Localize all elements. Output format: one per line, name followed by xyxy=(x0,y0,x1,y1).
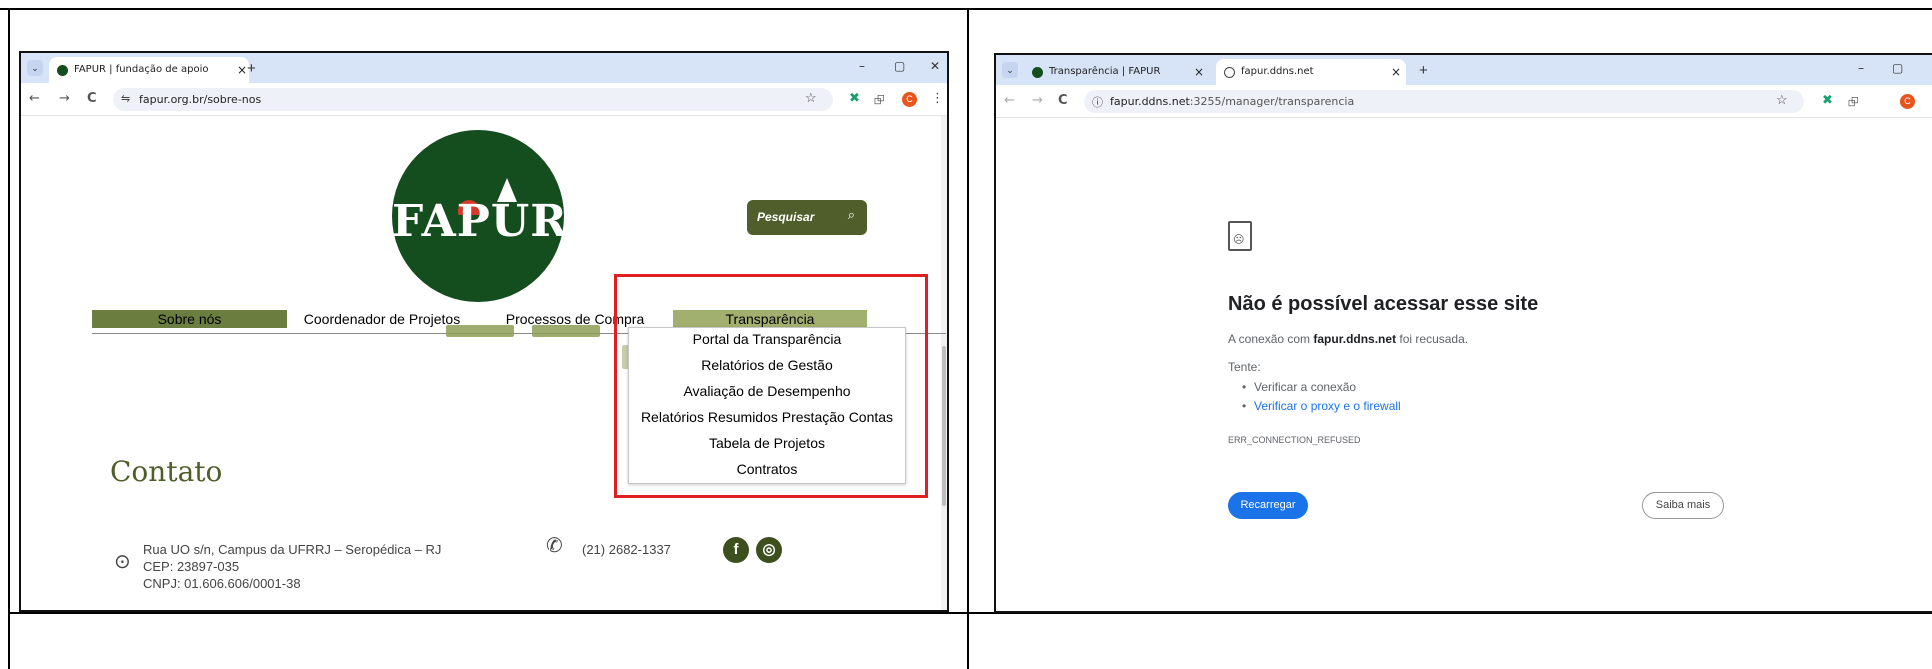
error-suggestions: Verificar a conexão Verificar o proxy e … xyxy=(1242,378,1401,416)
contact-address: Rua UO s/n, Campus da UFRRJ – Seropédica… xyxy=(143,541,441,592)
reload-icon[interactable]: C xyxy=(87,91,97,106)
error-title: Não é possível acessar esse site xyxy=(1228,293,1539,315)
facebook-icon[interactable]: f xyxy=(723,537,749,563)
suggestion-check-connection: Verificar a conexão xyxy=(1242,378,1401,397)
error-desc-suffix: foi recusada. xyxy=(1396,332,1469,346)
learn-more-button[interactable]: Saiba mais xyxy=(1642,492,1724,519)
location-pin-icon: ⊙ xyxy=(114,551,131,573)
new-tab-button[interactable]: + xyxy=(1419,59,1428,83)
forward-icon[interactable]: → xyxy=(1032,93,1043,108)
tab-title: Transparência | FAPUR xyxy=(1049,66,1161,77)
back-icon[interactable]: ← xyxy=(1004,93,1015,108)
maximize-button[interactable]: ▢ xyxy=(1892,61,1903,75)
tab-close-icon[interactable]: × xyxy=(237,57,247,83)
scrollbar-thumb[interactable] xyxy=(942,346,946,506)
fapur-logo[interactable]: FAPUR xyxy=(392,130,568,302)
sad-document-icon: ☹ xyxy=(1228,221,1252,251)
tab-title: fapur.ddns.net xyxy=(1241,66,1314,77)
extension-icon[interactable]: ✖ xyxy=(849,91,860,106)
url-path: :3255/manager/transparencia xyxy=(1189,95,1355,108)
contact-heading: Contato xyxy=(110,455,223,488)
reload-button[interactable]: Recarregar xyxy=(1228,492,1308,519)
address-toolbar-right: ← → C ⓘ fapur.ddns.net:3255/manager/tran… xyxy=(996,85,1932,118)
tab-strip-right: ⌄ Transparência | FAPUR × fapur.ddns.net… xyxy=(996,55,1932,85)
tab-fapur[interactable]: FAPUR | fundação de apoio × xyxy=(49,57,249,83)
fapur-favicon-icon xyxy=(57,65,68,76)
instagram-icon[interactable]: ◎ xyxy=(756,537,782,563)
address-toolbar: ← → C ⇋ fapur.org.br/sobre-nos ☆ ✖ ⮺ C ⋮ xyxy=(21,83,947,116)
error-try-label: Tente: xyxy=(1228,360,1261,374)
tab-search-button-right[interactable]: ⌄ xyxy=(1002,62,1018,78)
close-window-button[interactable]: ✕ xyxy=(930,59,940,73)
maximize-button[interactable]: ▢ xyxy=(894,59,905,73)
submenu-button-2[interactable] xyxy=(532,325,600,337)
right-browser-window: ⌄ Transparência | FAPUR × fapur.ddns.net… xyxy=(994,53,1932,613)
error-code: ERR_CONNECTION_REFUSED xyxy=(1228,435,1361,445)
bookmark-star-icon[interactable]: ☆ xyxy=(805,90,817,106)
suggestion-check-proxy-link[interactable]: Verificar o proxy e o firewall xyxy=(1242,397,1401,416)
fapur-favicon-icon xyxy=(1032,67,1043,78)
forward-icon[interactable]: → xyxy=(59,91,70,106)
globe-favicon-icon xyxy=(1224,67,1235,78)
phone-icon: ✆ xyxy=(546,535,563,557)
info-icon[interactable]: ⓘ xyxy=(1092,94,1103,110)
search-label: Pesquisar xyxy=(757,210,815,224)
kebab-menu-icon[interactable]: ⋮ xyxy=(931,91,944,106)
url-text[interactable]: fapur.org.br/sobre-nos xyxy=(139,93,261,106)
tab-ddns[interactable]: fapur.ddns.net × xyxy=(1216,59,1406,85)
tab-close-icon[interactable]: × xyxy=(1391,59,1401,85)
menu-coordenador[interactable]: Coordenador de Projetos xyxy=(297,310,467,328)
address-line-1: Rua UO s/n, Campus da UFRRJ – Seropédica… xyxy=(143,542,442,557)
extension-icon[interactable]: ✖ xyxy=(1822,93,1833,108)
profile-avatar[interactable]: C xyxy=(1900,94,1915,109)
back-icon[interactable]: ← xyxy=(29,91,40,106)
error-description: A conexão com fapur.ddns.net foi recusad… xyxy=(1228,332,1468,346)
extensions-puzzle-icon[interactable]: ⮺ xyxy=(874,91,885,113)
grid-left-border xyxy=(8,8,10,669)
address-line-3: CNPJ: 01.606.606/0001-38 xyxy=(143,576,301,591)
reload-icon[interactable]: C xyxy=(1058,93,1068,108)
error-desc-host: fapur.ddns.net xyxy=(1313,332,1397,346)
omnibox[interactable]: ⓘ fapur.ddns.net:3255/manager/transparen… xyxy=(1084,90,1804,113)
tab-close-icon[interactable]: × xyxy=(1194,59,1204,85)
search-button[interactable]: Pesquisar ⌕ xyxy=(747,200,867,235)
url-host: fapur.ddns.net xyxy=(1110,95,1190,108)
tab-title: FAPUR | fundação de apoio xyxy=(74,64,209,75)
extensions-puzzle-icon[interactable]: ⮺ xyxy=(1848,93,1859,115)
logo-text: FAPUR xyxy=(392,196,568,247)
profile-avatar[interactable]: C xyxy=(902,92,917,107)
sad-face-glyph: ☹ xyxy=(1233,234,1245,246)
url-text[interactable]: fapur.ddns.net:3255/manager/transparenci… xyxy=(1110,95,1354,108)
page-scrollbar[interactable] xyxy=(941,116,947,610)
address-line-2: CEP: 23897-035 xyxy=(143,559,240,574)
minimize-button[interactable]: – xyxy=(1858,61,1864,75)
submenu-button-1[interactable] xyxy=(446,325,514,337)
tab-search-button[interactable]: ⌄ xyxy=(27,60,43,76)
new-tab-button[interactable]: + xyxy=(247,57,256,81)
error-desc-prefix: A conexão com xyxy=(1228,332,1314,346)
menu-sobre-nos[interactable]: Sobre nós xyxy=(92,310,287,328)
contact-phone: (21) 2682-1337 xyxy=(582,542,671,557)
tab-strip: ⌄ FAPUR | fundação de apoio × + – ▢ ✕ xyxy=(21,53,947,83)
tab-transparencia[interactable]: Transparência | FAPUR × xyxy=(1024,59,1209,85)
highlight-box xyxy=(614,274,928,498)
omnibox[interactable]: ⇋ fapur.org.br/sobre-nos ☆ xyxy=(113,88,833,111)
search-icon: ⌕ xyxy=(847,207,855,222)
minimize-button[interactable]: – xyxy=(859,59,865,73)
bookmark-star-icon[interactable]: ☆ xyxy=(1776,92,1788,108)
grid-top-border xyxy=(0,8,1932,10)
grid-center-divider xyxy=(967,8,969,669)
site-info-icon[interactable]: ⇋ xyxy=(121,92,130,105)
